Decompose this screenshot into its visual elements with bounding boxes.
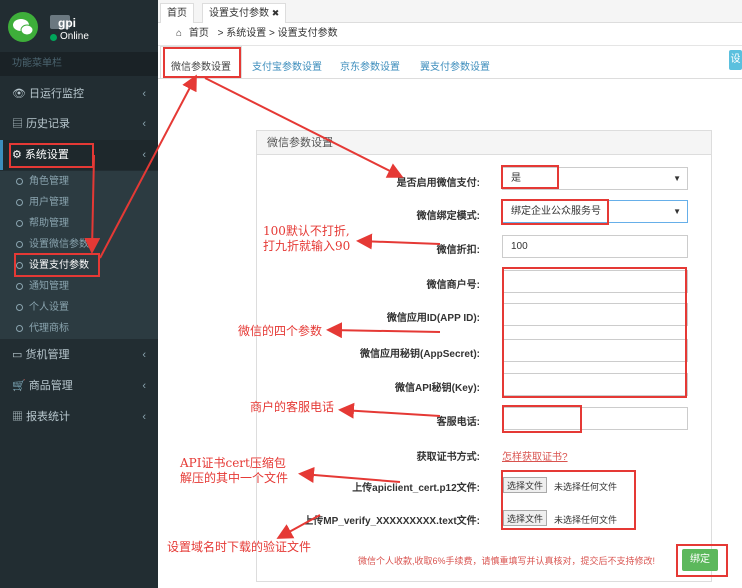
circle-icon bbox=[16, 177, 23, 185]
eye-icon: 👁 bbox=[12, 88, 30, 100]
discount-input[interactable]: 100 bbox=[502, 235, 688, 258]
highlight-four-params bbox=[502, 267, 687, 398]
merchant-label: 微信商户号: bbox=[426, 280, 480, 291]
wechat-logo-icon bbox=[13, 19, 34, 36]
sidebar-item-reports[interactable]: ▦ 报表统计 ‹ bbox=[0, 402, 158, 432]
chevron-left-icon: ‹ bbox=[142, 118, 146, 130]
user-status: Online bbox=[60, 31, 89, 42]
subitem-agent[interactable]: 代理商标 bbox=[0, 318, 158, 339]
subitem-wechat-params[interactable]: 设置微信参数 bbox=[0, 234, 158, 255]
secret-label: 微信应用秘钥(AppSecret): bbox=[359, 349, 480, 360]
circle-icon bbox=[16, 198, 23, 206]
username: gpi bbox=[58, 16, 76, 30]
highlight-files bbox=[501, 470, 636, 530]
laptop-icon: ▭ bbox=[12, 349, 26, 361]
highlight-enable bbox=[501, 165, 559, 189]
right-edge-button[interactable]: 设 bbox=[729, 50, 742, 70]
subitem-help[interactable]: 帮助管理 bbox=[0, 213, 158, 234]
apikey-label: 微信API秘钥(Key): bbox=[394, 383, 480, 394]
highlight-settings bbox=[9, 143, 94, 168]
tab-jd[interactable]: 京东参数设置 bbox=[340, 58, 400, 73]
chevron-left-icon: ‹ bbox=[142, 88, 146, 100]
close-icon[interactable]: ✖ bbox=[272, 8, 280, 18]
circle-icon bbox=[16, 219, 23, 227]
online-dot-icon bbox=[50, 34, 57, 41]
tab-alipay[interactable]: 支付宝参数设置 bbox=[252, 58, 322, 73]
highlight-mode bbox=[501, 199, 609, 225]
circle-icon bbox=[16, 324, 23, 332]
highlight-payment-subitem bbox=[14, 253, 100, 277]
p12-label: 上传apiclient_cert.p12文件: bbox=[352, 483, 480, 494]
sidebar-item-machines[interactable]: ▭ 货机管理 ‹ bbox=[0, 340, 158, 370]
chevron-down-icon: ‹ bbox=[142, 149, 146, 161]
highlight-service bbox=[502, 405, 582, 433]
highlight-wechat-tab bbox=[163, 47, 241, 78]
chevron-left-icon: ‹ bbox=[142, 411, 146, 423]
sidebar-item-history[interactable]: ▤ 历史记录 ‹ bbox=[0, 109, 158, 139]
tab-home[interactable]: 首页 bbox=[160, 3, 194, 23]
appid-label: 微信应用ID(APP ID): bbox=[386, 313, 480, 324]
annotation-discount: 100默认不打折, 打九折就输入90 bbox=[263, 224, 351, 253]
annotation-service: 商户的客服电话 bbox=[250, 400, 335, 414]
circle-icon bbox=[16, 303, 23, 311]
circle-icon bbox=[16, 240, 23, 248]
warning-text: 微信个人收款,收取6%手续费，请慎重填写并认真核对，提交后不支持修改! bbox=[358, 556, 656, 566]
tab-divider bbox=[158, 78, 742, 79]
subitem-personal[interactable]: 个人设置 bbox=[0, 297, 158, 318]
annotation-cert: API证书cert压缩包 解压的其中一个文件 bbox=[180, 456, 289, 485]
menu-header: 功能菜单栏 bbox=[0, 52, 158, 76]
service-label: 客服电话: bbox=[436, 417, 480, 428]
book-icon: ▤ bbox=[12, 118, 27, 130]
caret-down-icon: ▼ bbox=[673, 174, 681, 183]
cart-icon: 🛒 bbox=[12, 380, 29, 392]
cert-help-link[interactable]: 怎样获取证书? bbox=[502, 448, 568, 463]
highlight-submit bbox=[676, 544, 728, 577]
verify-label: 上传MP_verify_XXXXXXXXX.text文件: bbox=[303, 516, 480, 527]
cert-label: 获取证书方式: bbox=[416, 452, 480, 463]
sidebar-item-monitor[interactable]: 👁 日运行监控 ‹ bbox=[0, 79, 158, 109]
annotation-params: 微信的四个参数 bbox=[238, 324, 323, 338]
panel-title: 微信参数设置 bbox=[257, 131, 711, 155]
tab-payment-params[interactable]: 设置支付参数 ✖ bbox=[202, 3, 287, 23]
subitem-users[interactable]: 用户管理 bbox=[0, 192, 158, 213]
enable-label: 是否启用微信支付: bbox=[396, 178, 480, 189]
annotation-domain: 设置域名时下载的验证文件 bbox=[167, 540, 312, 554]
subitem-notify[interactable]: 通知管理 bbox=[0, 276, 158, 297]
chevron-left-icon: ‹ bbox=[142, 349, 146, 361]
subitem-roles[interactable]: 角色管理 bbox=[0, 171, 158, 192]
avatar bbox=[8, 12, 38, 42]
sidebar-item-products[interactable]: 🛒 商品管理 ‹ bbox=[0, 371, 158, 401]
chevron-left-icon: ‹ bbox=[142, 380, 146, 392]
tab-bestpay[interactable]: 翼支付参数设置 bbox=[420, 58, 490, 73]
mode-label: 微信绑定模式: bbox=[416, 211, 480, 222]
home-icon: ⌂ bbox=[176, 28, 183, 39]
discount-label: 微信折扣: bbox=[436, 245, 480, 256]
circle-icon bbox=[16, 282, 23, 290]
breadcrumb: ⌂ 首页 > 系统设置 > 设置支付参数 bbox=[158, 23, 742, 46]
table-icon: ▦ bbox=[12, 411, 27, 423]
caret-down-icon: ▼ bbox=[673, 207, 681, 216]
